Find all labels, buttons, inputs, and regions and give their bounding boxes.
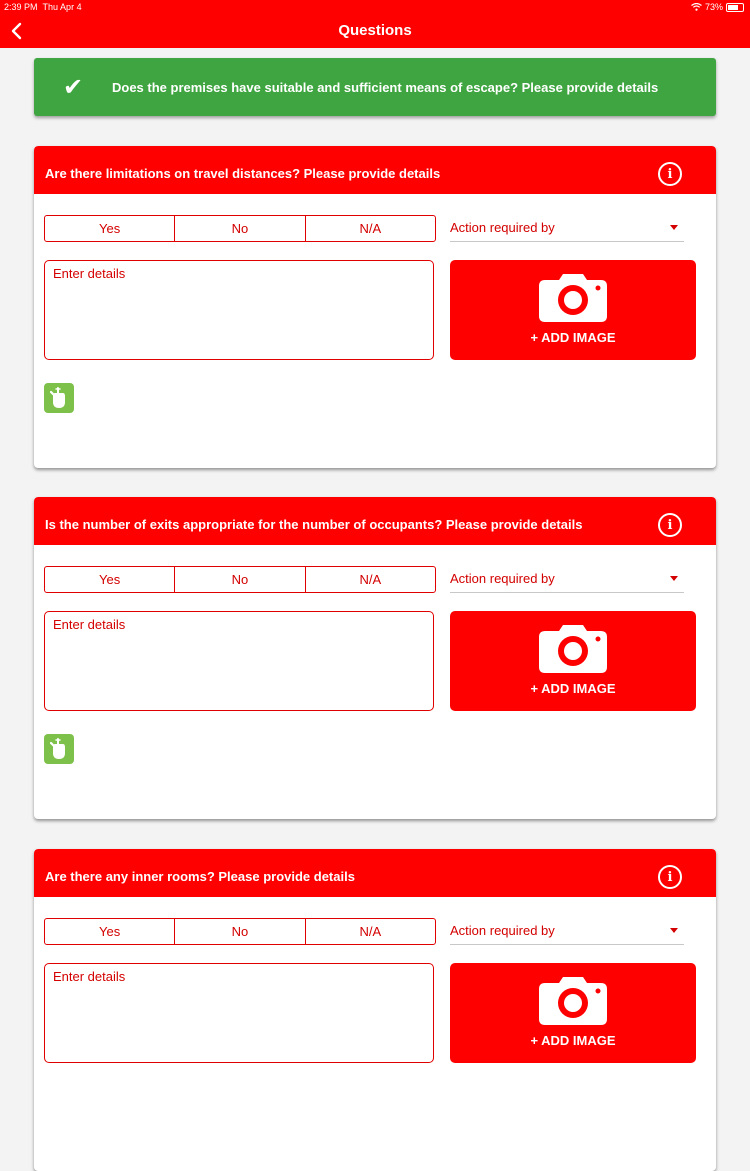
- nav-bar: Questions: [0, 14, 750, 48]
- glove-button[interactable]: [44, 734, 74, 764]
- action-required-label: Action required by: [450, 220, 555, 235]
- details-input[interactable]: Enter details: [44, 963, 434, 1063]
- status-time: 2:39 PM: [4, 2, 38, 12]
- action-required-dropdown[interactable]: Action required by: [450, 917, 684, 945]
- add-image-label: + ADD IMAGE: [530, 681, 616, 696]
- answer-na[interactable]: N/A: [306, 216, 435, 241]
- info-icon[interactable]: i: [658, 513, 682, 537]
- camera-icon: [539, 274, 607, 322]
- status-time-date: 2:39 PM Thu Apr 4: [4, 0, 82, 14]
- question-card: Is the number of exits appropriate for t…: [34, 497, 716, 819]
- page-title: Questions: [338, 22, 412, 39]
- details-placeholder: Enter details: [53, 969, 126, 984]
- answer-yes[interactable]: Yes: [45, 567, 176, 592]
- answer-segmented-control: Yes No N/A: [44, 918, 436, 945]
- glove-icon: [50, 738, 65, 759]
- action-required-dropdown[interactable]: Action required by: [450, 565, 684, 593]
- battery-percent: 73%: [704, 2, 723, 12]
- add-image-button[interactable]: + ADD IMAGE: [450, 963, 696, 1063]
- status-right: 73%: [691, 0, 744, 14]
- camera-icon: [539, 977, 607, 1025]
- battery-icon: [726, 2, 744, 12]
- answer-na[interactable]: N/A: [306, 567, 435, 592]
- add-image-button[interactable]: + ADD IMAGE: [450, 611, 696, 711]
- section-title: Does the premises have suitable and suff…: [112, 79, 659, 95]
- answer-segmented-control: Yes No N/A: [44, 566, 436, 593]
- details-placeholder: Enter details: [53, 617, 126, 632]
- answer-yes[interactable]: Yes: [45, 216, 176, 241]
- question-text: Are there any inner rooms? Please provid…: [45, 869, 355, 884]
- add-image-label: + ADD IMAGE: [530, 330, 616, 345]
- add-image-button[interactable]: + ADD IMAGE: [450, 260, 696, 360]
- chevron-down-icon: [670, 225, 678, 230]
- question-card: Are there limitations on travel distance…: [34, 146, 716, 468]
- section-banner[interactable]: ✔ Does the premises have suitable and su…: [34, 58, 716, 116]
- answer-no[interactable]: No: [175, 216, 306, 241]
- status-bar: 2:39 PM Thu Apr 4 73%: [0, 0, 750, 14]
- action-required-label: Action required by: [450, 571, 555, 586]
- add-image-label: + ADD IMAGE: [530, 1033, 616, 1048]
- glove-icon: [50, 387, 65, 408]
- answer-no[interactable]: No: [175, 567, 306, 592]
- action-required-label: Action required by: [450, 923, 555, 938]
- answer-na[interactable]: N/A: [306, 919, 435, 944]
- info-icon[interactable]: i: [658, 162, 682, 186]
- chevron-down-icon: [670, 928, 678, 933]
- details-placeholder: Enter details: [53, 266, 126, 281]
- checkmark-icon: ✔: [62, 73, 84, 101]
- details-input[interactable]: Enter details: [44, 611, 434, 711]
- answer-segmented-control: Yes No N/A: [44, 215, 436, 242]
- answer-yes[interactable]: Yes: [45, 919, 176, 944]
- glove-button[interactable]: [44, 383, 74, 413]
- info-icon[interactable]: i: [658, 865, 682, 889]
- question-header: Are there any inner rooms? Please provid…: [34, 849, 716, 897]
- chevron-down-icon: [670, 576, 678, 581]
- camera-icon: [539, 625, 607, 673]
- status-date: Thu Apr 4: [42, 2, 82, 12]
- action-required-dropdown[interactable]: Action required by: [450, 214, 684, 242]
- question-header: Is the number of exits appropriate for t…: [34, 497, 716, 545]
- question-text: Are there limitations on travel distance…: [45, 166, 441, 181]
- question-header: Are there limitations on travel distance…: [34, 146, 716, 194]
- question-card: Are there any inner rooms? Please provid…: [34, 849, 716, 1171]
- answer-no[interactable]: No: [175, 919, 306, 944]
- wifi-icon: [691, 3, 702, 11]
- details-input[interactable]: Enter details: [44, 260, 434, 360]
- question-text: Is the number of exits appropriate for t…: [45, 517, 583, 532]
